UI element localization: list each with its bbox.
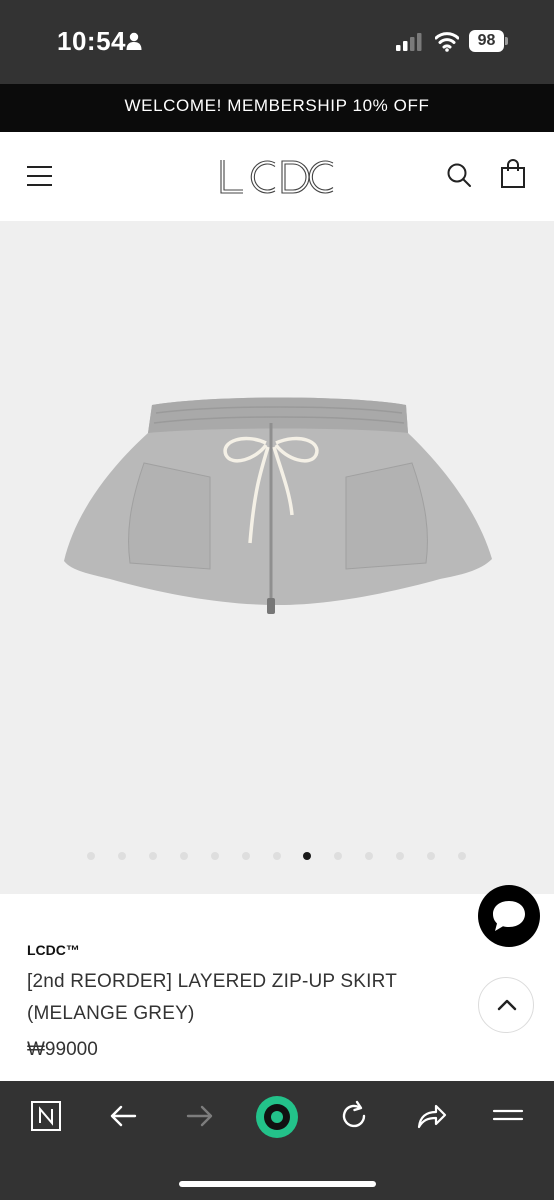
menu-icon[interactable]: [27, 166, 52, 187]
home-button[interactable]: [255, 1095, 299, 1139]
gallery-dot[interactable]: [180, 852, 188, 860]
menu-lines-icon: [492, 1109, 524, 1121]
home-indicator[interactable]: [179, 1181, 376, 1187]
gallery-dot[interactable]: [427, 852, 435, 860]
product-info: LCDC™ [2nd REORDER] LAYERED ZIP-UP SKIRT…: [0, 885, 554, 1081]
status-time: 10:54: [57, 26, 126, 56]
gallery-pagination[interactable]: [0, 852, 554, 862]
product-price: ₩99000: [27, 1039, 98, 1060]
share-button[interactable]: [411, 1099, 451, 1139]
shopping-bag-icon[interactable]: [500, 159, 526, 189]
chat-button[interactable]: [478, 885, 540, 947]
share-icon: [417, 1104, 447, 1129]
promo-banner[interactable]: WELCOME! MEMBERSHIP 10% OFF: [0, 84, 554, 132]
site-header: [0, 132, 554, 221]
status-bar: 10:54 98: [0, 0, 554, 84]
battery-level: 98: [469, 30, 504, 52]
browser-menu-button[interactable]: [488, 1099, 528, 1139]
person-icon: [126, 32, 142, 50]
tabs-button[interactable]: [26, 1099, 66, 1139]
product-brand[interactable]: LCDC™: [27, 942, 80, 958]
product-image[interactable]: [60, 393, 496, 641]
gallery-dot-active[interactable]: [303, 852, 311, 860]
gallery-dot[interactable]: [458, 852, 466, 860]
reload-icon: [342, 1100, 366, 1128]
gallery-dot[interactable]: [211, 852, 219, 860]
back-button[interactable]: [103, 1099, 143, 1139]
chat-bubble-icon: [493, 901, 525, 931]
browser-toolbar: [0, 1081, 554, 1200]
forward-button[interactable]: [180, 1099, 220, 1139]
gallery-dot[interactable]: [334, 852, 342, 860]
scroll-top-button[interactable]: [478, 977, 534, 1033]
n-tab-icon: [31, 1101, 61, 1131]
gallery-dot[interactable]: [396, 852, 404, 860]
gallery-dot[interactable]: [87, 852, 95, 860]
gallery-dot[interactable]: [118, 852, 126, 860]
product-gallery[interactable]: [0, 221, 554, 894]
wifi-icon: [435, 32, 459, 52]
gallery-dot[interactable]: [242, 852, 250, 860]
gallery-dot[interactable]: [365, 852, 373, 860]
gallery-dot[interactable]: [149, 852, 157, 860]
product-title: [2nd REORDER] LAYERED ZIP-UP SKIRT (MELA…: [27, 971, 397, 1024]
logo[interactable]: [219, 159, 336, 195]
gallery-dot[interactable]: [273, 852, 281, 860]
search-icon[interactable]: [446, 162, 472, 188]
reload-button[interactable]: [334, 1099, 374, 1139]
home-circle-icon: [256, 1096, 298, 1138]
back-arrow-icon: [110, 1105, 137, 1127]
battery-icon: 98: [469, 30, 509, 52]
chevron-up-icon: [497, 999, 517, 1011]
forward-arrow-icon: [186, 1105, 213, 1127]
signal-icon: [396, 33, 422, 51]
